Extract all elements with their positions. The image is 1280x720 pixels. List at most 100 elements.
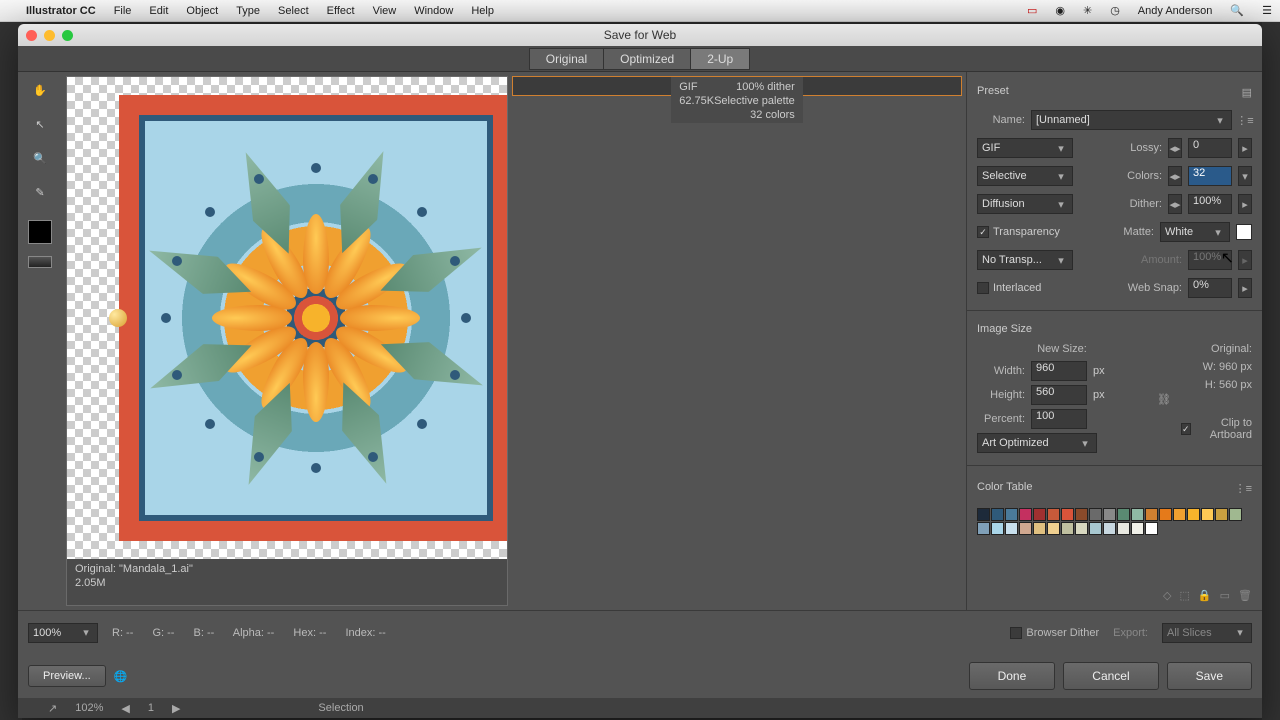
clip-artboard-checkbox[interactable]: ✓Clip to Artboard [1181,417,1252,441]
menu-effect[interactable]: Effect [327,5,355,17]
menu-window[interactable]: Window [414,5,453,17]
preset-menu-icon[interactable]: ▤ [1242,86,1252,99]
color-swatch[interactable] [1033,508,1046,521]
color-swatch[interactable] [1089,522,1102,535]
color-swatch[interactable] [1019,522,1032,535]
color-table[interactable] [977,508,1252,535]
dither-stepper[interactable]: ◂▸ [1168,194,1182,214]
color-swatch[interactable] [1005,522,1018,535]
matte-swatch[interactable] [1236,224,1252,240]
zoom-tool-icon[interactable]: 🔍 [28,146,52,170]
percent-input[interactable]: 100 [1031,409,1087,429]
lossy-stepper[interactable]: ◂▸ [1168,138,1182,158]
ct-snap-web-icon[interactable]: ◇ [1163,589,1171,602]
clock-icon[interactable]: ◷ [1110,4,1120,17]
height-input[interactable]: 560 [1031,385,1087,405]
preset-name-select[interactable]: [Unnamed]▾ [1031,110,1232,130]
eyedropper-tool-icon[interactable]: ✎ [28,180,52,204]
color-swatch[interactable] [1145,522,1158,535]
menu-object[interactable]: Object [186,5,218,17]
format-select[interactable]: GIF▾ [977,138,1073,158]
constrain-link-icon[interactable]: ⛓ [1157,393,1171,406]
save-button[interactable]: Save [1167,662,1252,690]
cc-icon[interactable]: ◉ [1055,4,1065,17]
color-swatch[interactable] [1201,508,1214,521]
artboard-nav-icon[interactable]: ↗ [48,702,57,715]
color-swatch[interactable] [1061,522,1074,535]
websnap-slider-icon[interactable]: ▸ [1238,278,1252,298]
matte-select[interactable]: White▾ [1160,222,1230,242]
dither-method-select[interactable]: Diffusion▾ [977,194,1073,214]
preview-pane-original[interactable]: Original: "Mandala_1.ai" 2.05M [66,76,508,606]
menu-view[interactable]: View [373,5,397,17]
preview-pane-optimized[interactable]: GIF 62.75K 100% dither Selective palette… [512,76,962,96]
menu-edit[interactable]: Edit [149,5,168,17]
color-swatch[interactable] [977,508,990,521]
ct-lock-icon[interactable]: 🔒 [1198,589,1212,602]
user-name[interactable]: Andy Anderson [1138,5,1213,17]
color-swatch[interactable] [991,508,1004,521]
color-swatch[interactable] [1159,508,1172,521]
ct-new-icon[interactable]: ▭ [1220,589,1230,602]
preset-options-icon[interactable]: ⋮≡ [1238,114,1252,127]
reduction-select[interactable]: Selective▾ [977,166,1073,186]
dither-input[interactable]: 100% [1188,194,1232,214]
interlaced-checkbox[interactable]: Interlaced [977,282,1041,294]
color-swatch[interactable] [1215,508,1228,521]
tab-original[interactable]: Original [529,48,604,70]
color-swatch[interactable] [1005,508,1018,521]
artboard-prev-icon[interactable]: ◀ [121,702,129,715]
tab-2up[interactable]: 2-Up [690,48,750,70]
menu-select[interactable]: Select [278,5,309,17]
hand-tool-icon[interactable]: ✋ [28,78,52,102]
color-swatch[interactable] [1033,522,1046,535]
color-swatch[interactable] [1075,522,1088,535]
lossy-input[interactable]: 0 [1188,138,1232,158]
color-swatch[interactable] [1187,508,1200,521]
sync-icon[interactable]: ✳ [1083,4,1092,17]
dither-slider-icon[interactable]: ▸ [1238,194,1252,214]
browser-icon[interactable]: 🌐 [114,670,128,683]
menu-help[interactable]: Help [471,5,494,17]
status-zoom[interactable]: 102% [75,702,103,714]
color-swatch[interactable] [1145,508,1158,521]
menu-type[interactable]: Type [236,5,260,17]
width-input[interactable]: 960 [1031,361,1087,381]
color-swatch[interactable] [1131,508,1144,521]
color-swatch[interactable] [1173,508,1186,521]
done-button[interactable]: Done [969,662,1056,690]
websnap-input[interactable]: 0% [1188,278,1232,298]
colortable-menu-icon[interactable]: ⋮≡ [1235,482,1252,495]
zoom-select[interactable]: 100%▾ [28,623,98,643]
status-page[interactable]: 1 [148,702,154,714]
color-swatch[interactable] [1131,522,1144,535]
slice-select-tool-icon[interactable]: ↖ [28,112,52,136]
slice-visibility-icon[interactable] [28,256,52,268]
color-swatch[interactable] [1103,522,1116,535]
transparency-checkbox[interactable]: ✓Transparency [977,226,1060,238]
color-swatch[interactable] [1019,508,1032,521]
colors-input[interactable]: 32 [1188,166,1232,186]
color-swatch[interactable] [1075,508,1088,521]
browser-dither-checkbox[interactable]: Browser Dither [1010,627,1099,639]
spotlight-icon[interactable]: 🔍 [1230,4,1244,17]
artboard-next-icon[interactable]: ▶ [172,702,180,715]
ct-delete-icon[interactable]: 🗑 [1238,589,1252,602]
color-swatch[interactable] [977,522,990,535]
quality-select[interactable]: Art Optimized▾ [977,433,1097,453]
color-swatch[interactable] [1117,522,1130,535]
status-icon[interactable]: ▭ [1027,4,1037,17]
color-swatch[interactable] [1061,508,1074,521]
tab-optimized[interactable]: Optimized [603,48,691,70]
color-swatch[interactable] [1089,508,1102,521]
colors-stepper[interactable]: ◂▸ [1168,166,1182,186]
menu-list-icon[interactable]: ☰ [1262,4,1272,17]
menu-file[interactable]: File [114,5,132,17]
color-swatch[interactable] [1229,508,1242,521]
preview-button[interactable]: Preview... [28,665,106,687]
lossy-slider-icon[interactable]: ▸ [1238,138,1252,158]
transparency-dither-select[interactable]: No Transp...▾ [977,250,1073,270]
color-swatch[interactable] [1103,508,1116,521]
cancel-button[interactable]: Cancel [1063,662,1158,690]
color-swatch[interactable] [991,522,1004,535]
